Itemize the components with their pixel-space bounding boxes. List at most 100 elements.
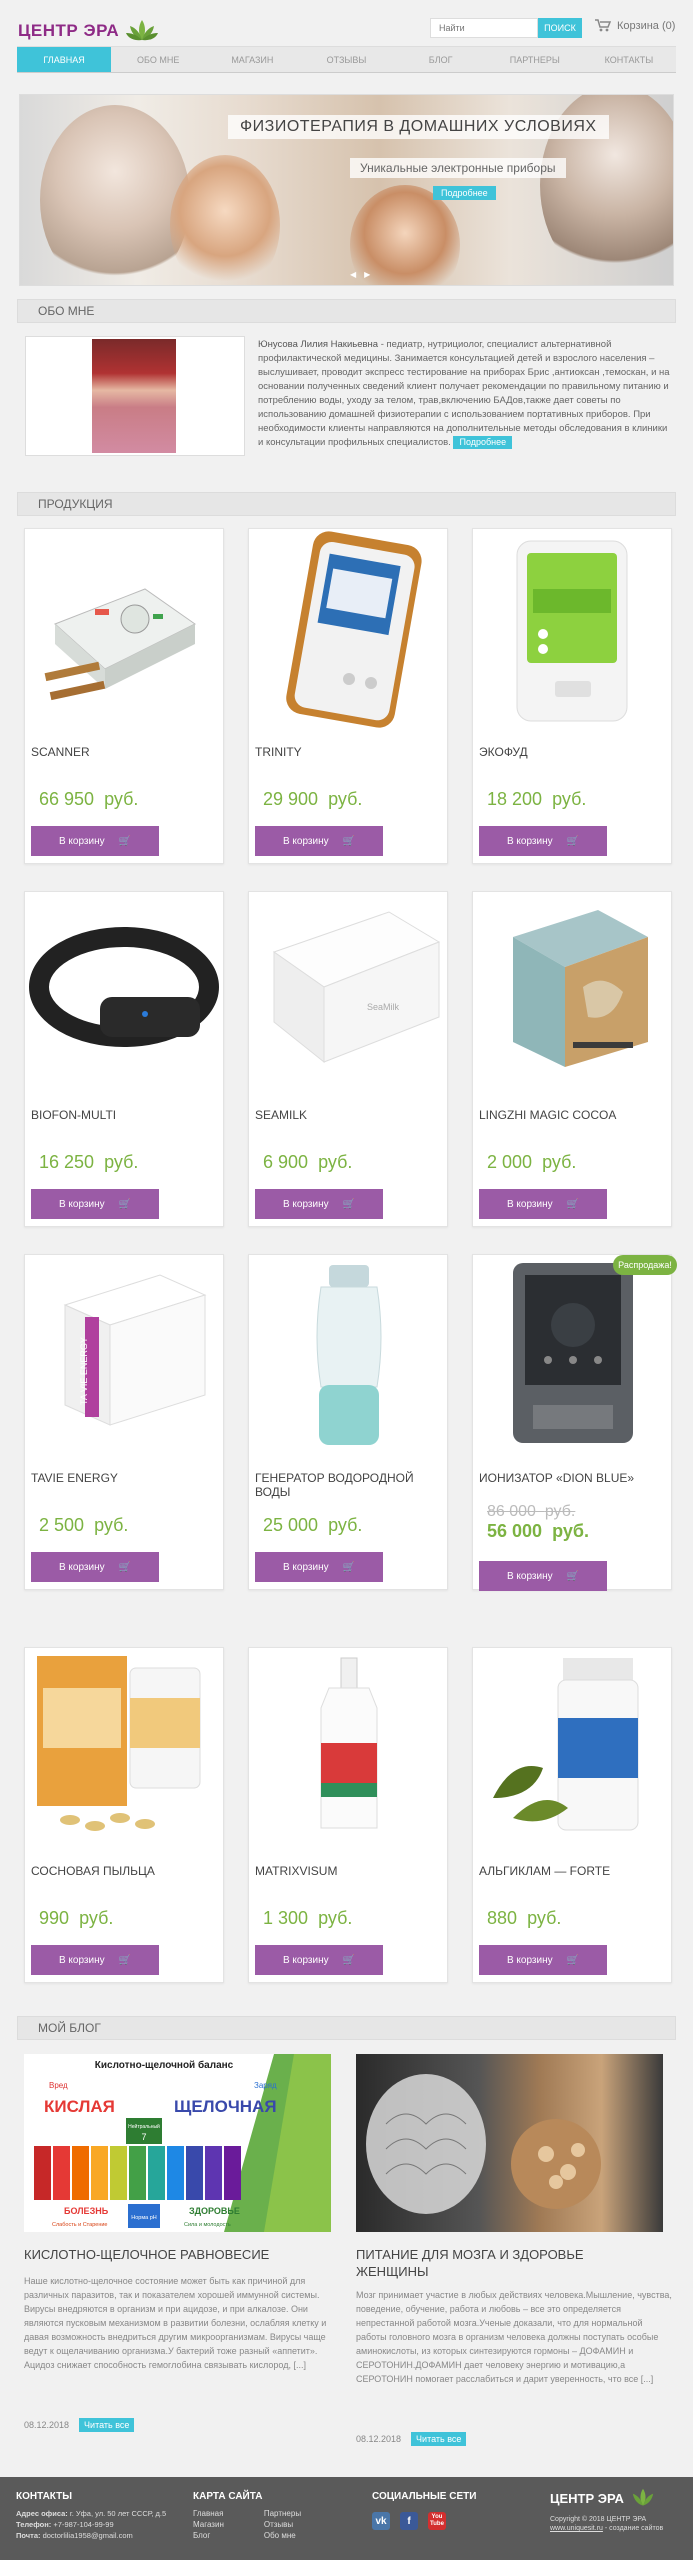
- slider-more-button[interactable]: Подробнее: [433, 186, 496, 200]
- product-name[interactable]: АЛЬГИКЛАМ — FORTE: [479, 1864, 610, 1878]
- svg-text:7: 7: [141, 2132, 146, 2142]
- product-card[interactable]: BIOFON-MULTI 16 250 руб. В корзину 🛒: [24, 891, 224, 1227]
- slider-prev-icon[interactable]: ◀: [350, 270, 356, 279]
- product-name[interactable]: ЭКОФУД: [479, 745, 528, 759]
- lotus-icon: [632, 2488, 654, 2506]
- footer-link-partners[interactable]: Партнеры: [264, 2508, 301, 2519]
- product-card[interactable]: СОСНОВАЯ ПЫЛЬЦА 990 руб. В корзину 🛒: [24, 1647, 224, 1983]
- nav-item-about[interactable]: ОБО МНЕ: [111, 47, 205, 72]
- product-image: [249, 1648, 447, 1848]
- cart-icon: 🛒: [342, 1954, 356, 1966]
- svg-text:Сила и молодость: Сила и молодость: [184, 2222, 231, 2228]
- add-to-cart-button[interactable]: В корзину 🛒: [31, 826, 159, 856]
- site-logo[interactable]: ЦЕНТР ЭРА: [18, 16, 159, 46]
- nav-item-reviews[interactable]: ОТЗЫВЫ: [299, 47, 393, 72]
- about-text: Юнусова Лилия Накиьевна - педиатр, нутри…: [258, 338, 672, 450]
- nav-item-partners[interactable]: ПАРТНЕРЫ: [488, 47, 582, 72]
- add-to-cart-button[interactable]: В корзину 🛒: [255, 1552, 383, 1582]
- footer-link-blog[interactable]: Блог: [193, 2530, 224, 2541]
- read-more-button[interactable]: Читать все: [79, 2418, 135, 2432]
- product-name[interactable]: MATRIXVISUM: [255, 1864, 337, 1878]
- product-image: [473, 1648, 671, 1848]
- search-bar: ПОИСК: [430, 18, 582, 38]
- add-to-cart-button[interactable]: В корзину 🛒: [255, 1945, 383, 1975]
- product-card[interactable]: ГЕНЕРАТОР ВОДОРОДНОЙ ВОДЫ 25 000 руб. В …: [248, 1254, 448, 1590]
- lotus-icon: [126, 20, 159, 41]
- nav-item-blog[interactable]: БЛОГ: [394, 47, 488, 72]
- site-footer: КОНТАКТЫ Адрес офиса: г. Уфа, ул. 50 лет…: [0, 2477, 693, 2560]
- product-name[interactable]: TRINITY: [255, 745, 302, 759]
- cart-icon: 🛒: [342, 1198, 356, 1210]
- product-name[interactable]: ГЕНЕРАТОР ВОДОРОДНОЙ ВОДЫ: [255, 1471, 447, 1499]
- footer-link-about[interactable]: Обо мне: [264, 2530, 301, 2541]
- product-image: [25, 529, 223, 729]
- footer-social-title: СОЦИАЛЬНЫЕ СЕТИ: [372, 2491, 477, 2502]
- add-to-cart-button[interactable]: В корзину 🛒: [255, 1189, 383, 1219]
- main-nav: ГЛАВНАЯ ОБО МНЕ МАГАЗИН ОТЗЫВЫ БЛОГ ПАРТ…: [17, 46, 676, 73]
- search-input[interactable]: [430, 18, 538, 38]
- product-name[interactable]: ИОНИЗАТОР «DION BLUE»: [479, 1471, 634, 1485]
- add-to-cart-button[interactable]: В корзину 🛒: [31, 1552, 159, 1582]
- product-card[interactable]: ЭКОФУД 18 200 руб. В корзину 🛒: [472, 528, 672, 864]
- cart-icon: 🛒: [566, 1570, 580, 1582]
- cart-icon: 🛒: [566, 1198, 580, 1210]
- product-name[interactable]: LINGZHI MAGIC COCOA: [479, 1108, 616, 1122]
- developer-link[interactable]: www.uniquesit.ru: [550, 2525, 603, 2532]
- footer-address: Адрес офиса: г. Уфа, ул. 50 лет СССР, д.…: [16, 2509, 167, 2518]
- product-card[interactable]: SCANNER 66 950 руб. В корзину 🛒: [24, 528, 224, 864]
- about-name: Юнусова Лилия Накиьевна: [258, 339, 379, 350]
- blog-post-image[interactable]: Кислотно-щелочной баланс Вред Заряд КИСЛ…: [24, 2054, 331, 2232]
- youtube-icon[interactable]: You Tube: [428, 2512, 446, 2530]
- product-card[interactable]: SeaMilk SEAMILK 6 900 руб. В корзину 🛒: [248, 891, 448, 1227]
- product-name[interactable]: СОСНОВАЯ ПЫЛЬЦА: [31, 1864, 155, 1878]
- logo-text: ЦЕНТР ЭРА: [18, 21, 120, 40]
- product-price: 2 500 руб.: [39, 1515, 129, 1535]
- footer-link-reviews[interactable]: Отзывы: [264, 2519, 301, 2530]
- facebook-icon[interactable]: f: [400, 2512, 418, 2530]
- svg-text:ЗДОРОВЬЕ: ЗДОРОВЬЕ: [189, 2206, 240, 2216]
- product-image: [473, 1255, 671, 1455]
- add-to-cart-button[interactable]: В корзину 🛒: [479, 1945, 607, 1975]
- read-more-button[interactable]: Читать все: [411, 2432, 467, 2446]
- product-name[interactable]: BIOFON-MULTI: [31, 1108, 116, 1122]
- nav-item-shop[interactable]: МАГАЗИН: [205, 47, 299, 72]
- add-to-cart-button[interactable]: В корзину 🛒: [31, 1189, 159, 1219]
- nav-item-home[interactable]: ГЛАВНАЯ: [17, 47, 112, 72]
- footer-email[interactable]: Почта: doctorlilia1958@gmail.com: [16, 2530, 166, 2541]
- add-to-cart-button[interactable]: В корзину 🛒: [479, 1561, 607, 1591]
- vk-icon[interactable]: vk: [372, 2512, 390, 2530]
- about-more-button[interactable]: Подробнее: [453, 436, 513, 449]
- search-button[interactable]: ПОИСК: [538, 18, 582, 38]
- product-card[interactable]: TA VIE ENERGY TAVIE ENERGY 2 500 руб. В …: [24, 1254, 224, 1590]
- alkaline-label: ЩЕЛОЧНАЯ: [174, 2097, 277, 2116]
- product-card[interactable]: АЛЬГИКЛАМ — FORTE 880 руб. В корзину 🛒: [472, 1647, 672, 1983]
- nav-item-contacts[interactable]: КОНТАКТЫ: [582, 47, 676, 72]
- add-to-cart-button[interactable]: В корзину 🛒: [31, 1945, 159, 1975]
- slider-next-icon[interactable]: ▶: [364, 270, 370, 279]
- product-price: 990 руб.: [39, 1908, 114, 1928]
- product-card[interactable]: MATRIXVISUM 1 300 руб. В корзину 🛒: [248, 1647, 448, 1983]
- add-to-cart-button[interactable]: В корзину 🛒: [255, 826, 383, 856]
- add-to-cart-button[interactable]: В корзину 🛒: [479, 826, 607, 856]
- blog-post-title[interactable]: ПИТАНИЕ ДЛЯ МОЗГА И ЗДОРОВЬЕ ЖЕНЩИНЫ: [356, 2246, 656, 2280]
- blog-post-title[interactable]: КИСЛОТНО-ЩЕЛОЧНОЕ РАВНОВЕСИЕ: [24, 2246, 331, 2263]
- cart-link[interactable]: Корзина (0): [595, 19, 675, 32]
- footer-link-shop[interactable]: Магазин: [193, 2519, 224, 2530]
- product-name[interactable]: SCANNER: [31, 745, 90, 759]
- product-name[interactable]: TAVIE ENERGY: [31, 1471, 118, 1485]
- footer-social: СОЦИАЛЬНЫЕ СЕТИ vk f You Tube: [372, 2491, 476, 2530]
- product-name[interactable]: SEAMILK: [255, 1108, 307, 1122]
- slider-subtitle: Уникальные электронные приборы: [350, 158, 566, 178]
- cart-icon: 🛒: [118, 1198, 132, 1210]
- blog-post-date: 08.12.2018: [356, 2434, 402, 2444]
- add-to-cart-button[interactable]: В корзину 🛒: [479, 1189, 607, 1219]
- cart-icon: 🛒: [118, 1561, 132, 1573]
- svg-text:Норма pH: Норма pH: [131, 2215, 157, 2221]
- product-card[interactable]: LINGZHI MAGIC COCOA 2 000 руб. В корзину…: [472, 891, 672, 1227]
- footer-logo[interactable]: ЦЕНТР ЭРА: [550, 2487, 658, 2509]
- product-card[interactable]: Распродажа! ИОНИЗАТОР «DION BLUE» 86 000…: [472, 1254, 677, 1591]
- product-card[interactable]: TRINITY 29 900 руб. В корзину 🛒: [248, 528, 448, 864]
- product-price: 66 950 руб.: [39, 789, 139, 809]
- footer-link-home[interactable]: Главная: [193, 2508, 224, 2519]
- blog-post-image[interactable]: [356, 2054, 663, 2232]
